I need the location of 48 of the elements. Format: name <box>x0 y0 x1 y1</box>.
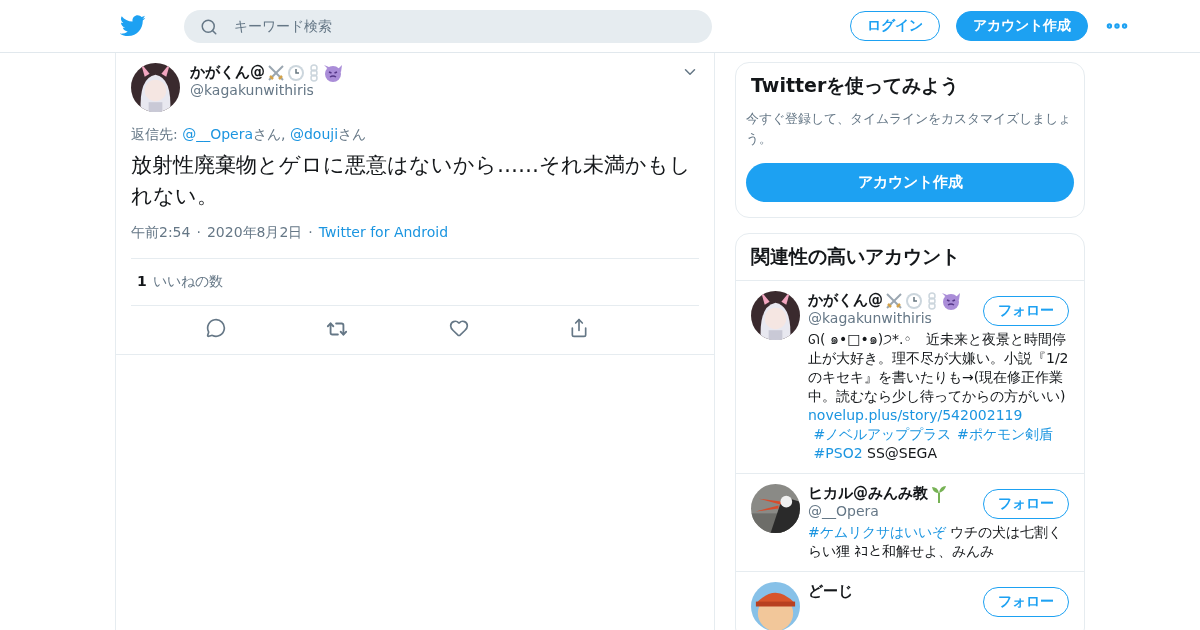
devil-icon <box>941 291 961 310</box>
link[interactable]: novelup.plus/story/542002119 <box>808 407 1023 423</box>
reply-icon[interactable] <box>206 318 227 338</box>
bird-logo-icon[interactable] <box>120 15 146 37</box>
clock-icon <box>905 291 923 310</box>
card-title: 関連性の高いアカウント <box>750 244 961 269</box>
account-handle[interactable]: @kagakunwithiris <box>808 310 975 326</box>
sprout-icon <box>930 484 948 503</box>
swords-icon <box>885 291 903 310</box>
link[interactable]: #PSO2 <box>813 445 863 461</box>
account-name[interactable]: かがくん@ <box>808 291 883 310</box>
clock-icon <box>287 63 305 82</box>
card-text: 今すぐ登録して、タイムラインをカスタマイズしましょう。 <box>745 110 1072 148</box>
link[interactable]: @__Opera <box>182 126 254 142</box>
search-field[interactable]: キーワード検索 <box>184 9 712 43</box>
devil-icon <box>323 63 343 82</box>
link[interactable]: #ノベルアッププラス <box>813 426 952 442</box>
search-icon <box>200 17 218 36</box>
login-button[interactable]: ログイン <box>850 11 940 41</box>
tweet-timestamp[interactable]: 午前2:54 <box>131 224 191 242</box>
likes-count[interactable]: 1 <box>137 273 147 291</box>
follow-button[interactable]: フォロー <box>983 587 1069 617</box>
tweet-timestamp[interactable]: 2020年8月2日 <box>206 224 303 242</box>
user-name[interactable]: かがくん@ <box>190 63 265 82</box>
account-bio: #ケムリクサはいいぞ ウチの犬は七割くらい狸 ﾈｺと和解せよ、みんみ <box>808 523 1064 561</box>
separator-dot: · <box>308 224 313 242</box>
signup-button[interactable]: アカウント作成 <box>746 163 1074 202</box>
user-handle[interactable]: @kagakunwithiris <box>190 82 671 98</box>
link[interactable]: #ポケモン剣盾 <box>956 426 1053 442</box>
follow-button[interactable]: フォロー <box>983 489 1069 519</box>
account-bio: ᘏ( ๑•□•๑)੭*.◦ 近未来と夜景と時間停止が大好き。理不尽が大嫌い。小説『1/2のキセキ』を書いたりも→(現在修正作業中。読むなら少し待ってからの方がいい) novelup.plus/story/542002119 #ノベルアッププラス #ポケモン剣盾 #PSO2 SS@SEGA <box>808 330 1069 463</box>
account-handle[interactable]: @__Opera <box>808 503 975 519</box>
like-icon[interactable] <box>448 318 469 338</box>
chain-icon <box>307 63 321 82</box>
signup-button[interactable]: アカウント作成 <box>956 11 1088 41</box>
source-link[interactable]: Twitter for Android <box>318 224 448 242</box>
link[interactable]: @douji <box>289 126 339 142</box>
separator-dot: · <box>196 224 201 242</box>
card-title: Twitterを使ってみよう <box>750 73 961 98</box>
follow-button[interactable]: フォロー <box>983 296 1069 326</box>
account-name[interactable]: ヒカル@みんみ教 <box>808 484 928 503</box>
swords-icon <box>267 63 285 82</box>
likes-label[interactable]: いいねの数 <box>152 273 223 291</box>
reply-to-text: 返信先: @__Opera さん, @douji さん <box>131 126 368 144</box>
link[interactable]: #ケムリクサはいいぞ <box>808 524 946 540</box>
tweet-text: 放射性廃棄物とゲロに悪意はないから……それ未満かもしれない。 <box>131 152 691 210</box>
chain-icon <box>925 291 939 310</box>
account-name[interactable]: どーじ <box>808 582 853 601</box>
